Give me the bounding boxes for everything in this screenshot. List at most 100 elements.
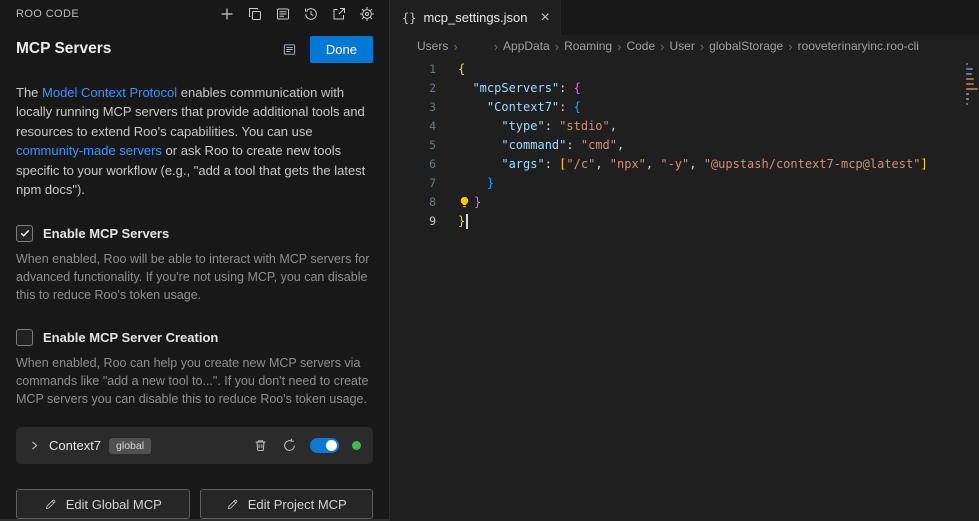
edit-project-mcp-button[interactable]: Edit Project MCP xyxy=(200,489,374,519)
gear-icon[interactable] xyxy=(356,3,377,24)
enable-creation-checkbox[interactable] xyxy=(16,329,33,346)
code-line[interactable]: 9} xyxy=(390,212,979,231)
minimap-mark xyxy=(966,88,978,90)
minimap-mark xyxy=(966,98,969,100)
line-number: 4 xyxy=(390,117,436,136)
server-enabled-toggle[interactable] xyxy=(310,438,339,453)
line-number: 8 xyxy=(390,193,436,212)
server-list-icon[interactable] xyxy=(272,3,293,24)
community-servers-link[interactable]: community-made servers xyxy=(16,143,162,158)
code-line[interactable]: 6 "args": ["/c", "npx", "-y", "@upstash/… xyxy=(390,155,979,174)
enable-creation-label: Enable MCP Server Creation xyxy=(43,330,218,345)
server-name: Context7 xyxy=(49,438,101,453)
code-editor[interactable]: 1{2 "mcpServers": {3 "Context7": {4 "typ… xyxy=(390,57,979,521)
line-number: 5 xyxy=(390,136,436,155)
breadcrumb-item[interactable]: User xyxy=(669,39,694,53)
breadcrumb-item[interactable]: Code xyxy=(626,39,655,53)
breadcrumb-separator-icon: › xyxy=(494,39,498,54)
minimap-mark xyxy=(966,103,968,105)
line-content: "type": "stdio", xyxy=(458,117,617,136)
enable-mcp-checkbox[interactable] xyxy=(16,225,33,242)
line-content: } xyxy=(458,174,494,193)
chevron-right-icon[interactable] xyxy=(28,439,41,452)
code-lines: 1{2 "mcpServers": {3 "Context7": {4 "typ… xyxy=(390,60,979,231)
toggle-knob xyxy=(326,440,337,451)
mcp-settings-panel: The Model Context Protocol enables commu… xyxy=(0,63,389,520)
refresh-icon[interactable] xyxy=(279,435,300,456)
line-content: } xyxy=(458,212,468,231)
intro-text: The Model Context Protocol enables commu… xyxy=(16,83,373,200)
page-title: MCP Servers xyxy=(16,40,279,58)
tab-mcp-settings-json[interactable]: {} mcp_settings.json × xyxy=(390,0,561,35)
line-number: 7 xyxy=(390,174,436,193)
app-window: ROO CODE xyxy=(0,0,979,521)
breadcrumb-separator-icon: › xyxy=(453,39,457,54)
server-row-context7[interactable]: Context7 global xyxy=(16,427,373,464)
plus-icon[interactable] xyxy=(216,3,237,24)
breadcrumb-item[interactable]: globalStorage xyxy=(709,39,783,53)
breadcrumb-item[interactable]: Users xyxy=(417,39,448,53)
model-context-protocol-link[interactable]: Model Context Protocol xyxy=(42,85,177,100)
breadcrumb: Users › › AppData › Roaming › Code › User › globalS… xyxy=(390,35,979,57)
editor-group: {} mcp_settings.json × Users › › AppData › Ro… xyxy=(390,0,979,521)
breadcrumb-item[interactable]: Roaming xyxy=(564,39,612,53)
line-content: { xyxy=(458,60,465,79)
tab-close-icon[interactable]: × xyxy=(541,10,550,26)
edit-global-mcp-button[interactable]: Edit Global MCP xyxy=(16,489,190,519)
line-number: 3 xyxy=(390,98,436,117)
breadcrumb-separator-icon: › xyxy=(617,39,621,54)
edit-project-mcp-label: Edit Project MCP xyxy=(248,497,347,512)
roo-code-sidebar: ROO CODE xyxy=(0,0,390,521)
breadcrumb-separator-icon: › xyxy=(555,39,559,54)
pencil-icon xyxy=(44,497,58,511)
code-line[interactable]: 3 "Context7": { xyxy=(390,98,979,117)
line-number: 2 xyxy=(390,79,436,98)
line-number: 1 xyxy=(390,60,436,79)
copy-icon[interactable] xyxy=(244,3,265,24)
breadcrumb-item[interactable]: AppData xyxy=(503,39,550,53)
editor-tabbar: {} mcp_settings.json × xyxy=(390,0,979,35)
minimap-mark xyxy=(966,93,969,95)
history-icon[interactable] xyxy=(300,3,321,24)
line-content: } xyxy=(458,193,481,212)
enable-mcp-label: Enable MCP Servers xyxy=(43,226,169,241)
pencil-icon xyxy=(226,497,240,511)
code-line[interactable]: 5 "command": "cmd", xyxy=(390,136,979,155)
line-content: "command": "cmd", xyxy=(458,136,624,155)
minimap-mark xyxy=(966,73,972,75)
line-number: 9 xyxy=(390,212,436,231)
minimap[interactable] xyxy=(964,57,979,521)
done-button[interactable]: Done xyxy=(310,36,373,63)
enable-creation-row: Enable MCP Server Creation xyxy=(16,329,373,346)
line-number: 6 xyxy=(390,155,436,174)
code-line[interactable]: 1{ xyxy=(390,60,979,79)
mcp-header-row: MCP Servers Done xyxy=(0,28,389,63)
enable-mcp-description: When enabled, Roo will be able to intera… xyxy=(16,250,373,304)
topbar-icons xyxy=(216,3,377,24)
mcp-marketplace-icon[interactable] xyxy=(279,39,300,60)
text-cursor xyxy=(466,214,468,229)
breadcrumb-separator-icon: › xyxy=(788,39,792,54)
brand-label: ROO CODE xyxy=(16,8,79,20)
code-line[interactable]: 4 "type": "stdio", xyxy=(390,117,979,136)
edit-buttons-row: Edit Global MCP Edit Project MCP xyxy=(16,489,373,519)
tab-label: mcp_settings.json xyxy=(423,10,527,25)
code-line[interactable]: 2 "mcpServers": { xyxy=(390,79,979,98)
code-line[interactable]: 7 } xyxy=(390,174,979,193)
server-scope-badge: global xyxy=(109,438,151,454)
minimap-mark xyxy=(966,68,973,70)
minimap-mark xyxy=(966,63,968,65)
code-line[interactable]: 8} xyxy=(390,193,979,212)
breadcrumb-separator-icon: › xyxy=(660,39,664,54)
enable-creation-description: When enabled, Roo can help you create ne… xyxy=(16,354,373,408)
open-external-icon[interactable] xyxy=(328,3,349,24)
json-file-icon: {} xyxy=(402,11,416,25)
intro-text-part-1: The xyxy=(16,85,42,100)
trash-icon[interactable] xyxy=(250,435,271,456)
sidebar-topbar: ROO CODE xyxy=(0,0,389,28)
line-content: "args": ["/c", "npx", "-y", "@upstash/co… xyxy=(458,155,928,174)
line-content: "Context7": { xyxy=(458,98,581,117)
lightbulb-icon[interactable] xyxy=(458,196,474,209)
enable-mcp-row: Enable MCP Servers xyxy=(16,225,373,242)
breadcrumb-item[interactable]: rooveterinaryinc.roo-cli xyxy=(798,39,919,53)
